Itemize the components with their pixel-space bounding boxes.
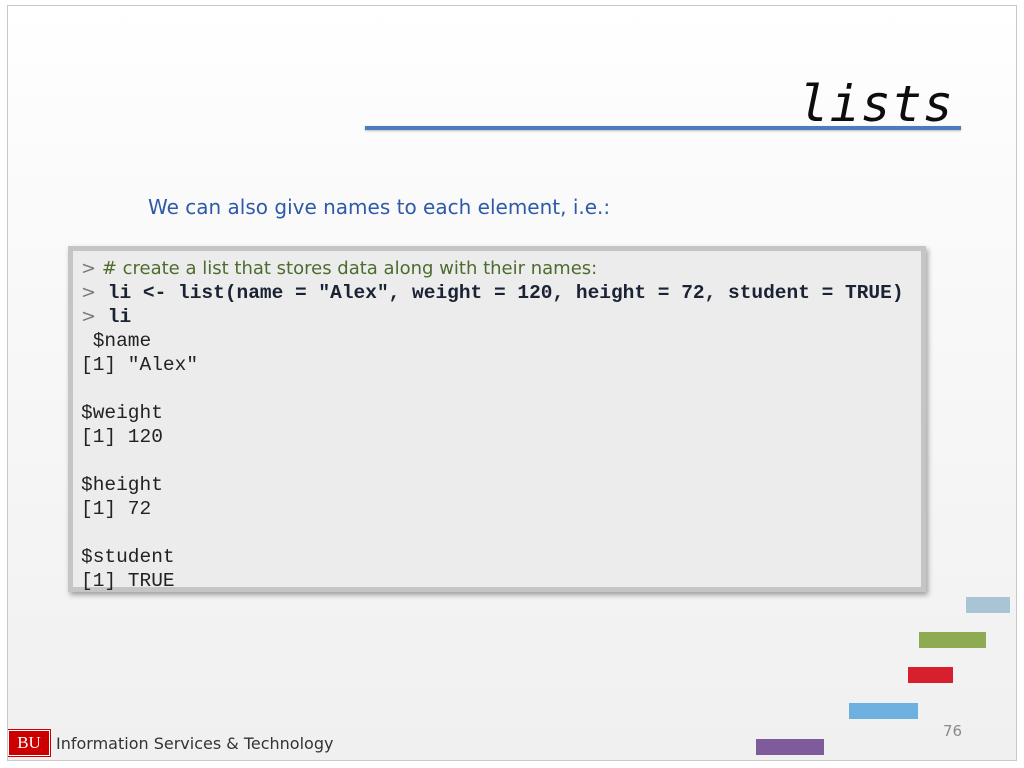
code-output: [1] "Alex" — [81, 354, 199, 376]
page-number: 76 — [943, 722, 963, 740]
prompt-symbol: > — [81, 258, 97, 279]
code-output: [1] TRUE — [81, 570, 175, 592]
slide: lists We can also give names to each ele… — [7, 5, 1017, 761]
deco-bar-green — [919, 632, 986, 648]
code-output: $weight — [81, 402, 163, 424]
code-line-command: > li <- list(name = "Alex", weight = 120… — [81, 281, 913, 305]
deco-bar-lightblue — [966, 597, 1010, 613]
code-output: [1] 120 — [81, 426, 163, 448]
code-command: li <- list(name = "Alex", weight = 120, … — [96, 282, 904, 304]
code-output — [81, 521, 913, 545]
code-output — [81, 449, 913, 473]
code-line-comment: > # create a list that stores data along… — [81, 257, 913, 281]
code-output: $height — [81, 474, 163, 496]
deco-bar-purple — [756, 739, 824, 755]
code-output: $student — [81, 546, 175, 568]
prompt-symbol: > — [81, 306, 97, 327]
code-output: $name — [81, 330, 152, 352]
deco-bar-blue — [849, 703, 918, 719]
slide-subtitle: We can also give names to each element, … — [148, 195, 611, 219]
code-line-command: > li — [81, 305, 913, 329]
code-block: > # create a list that stores data along… — [68, 246, 926, 592]
deco-bar-red — [908, 667, 953, 683]
prompt-symbol: > — [81, 282, 97, 303]
bu-logo-badge: BU — [8, 729, 51, 757]
slide-title: lists — [798, 75, 954, 133]
code-output: [1] 72 — [81, 498, 152, 520]
org-logo: BU Information Services & Technology — [8, 729, 334, 757]
code-command: li — [96, 306, 132, 328]
code-comment: # create a list that stores data along w… — [96, 258, 598, 279]
code-output — [81, 377, 913, 401]
title-underline — [365, 126, 961, 130]
org-name: Information Services & Technology — [56, 733, 334, 753]
